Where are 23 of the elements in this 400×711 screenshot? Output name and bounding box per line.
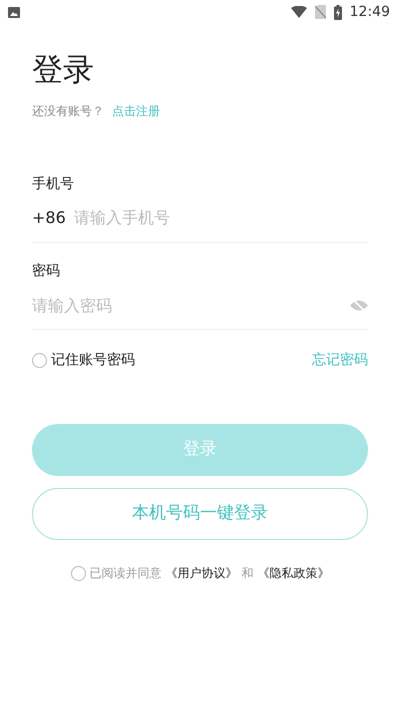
eye-slash-icon[interactable] <box>350 299 368 312</box>
password-input[interactable]: 请输入密码 <box>32 294 342 318</box>
agreement-joiner: 和 <box>242 565 254 582</box>
agreement-text: 已阅读并同意 <box>90 565 162 582</box>
signup-link[interactable]: 点击注册 <box>112 102 160 120</box>
agree-checkbox[interactable] <box>70 566 86 580</box>
user-agreement-link[interactable]: 《用户协议》 <box>166 564 238 582</box>
wifi-icon <box>290 6 307 18</box>
field-label: 密码 <box>32 263 60 279</box>
remember-checkbox[interactable] <box>32 353 47 368</box>
one-click-login-button[interactable]: 本机号码一键登录 <box>32 488 368 540</box>
page-title: 登录 <box>32 52 94 88</box>
image-icon <box>8 6 20 18</box>
no-sim-icon <box>314 5 326 19</box>
privacy-policy-link[interactable]: 《隐私政策》 <box>258 564 330 582</box>
country-code: +86 <box>32 206 66 228</box>
status-time: 12:49 <box>350 2 390 22</box>
phone-input[interactable]: 请输入手机号 <box>74 206 368 230</box>
field-label: 手机号 <box>32 176 74 192</box>
forgot-password-link[interactable]: 忘记密码 <box>312 350 368 371</box>
remember-label: 记住账号密码 <box>51 351 135 370</box>
battery-charging-icon <box>334 4 342 20</box>
signup-prompt: 还没有账号？ <box>32 103 104 120</box>
